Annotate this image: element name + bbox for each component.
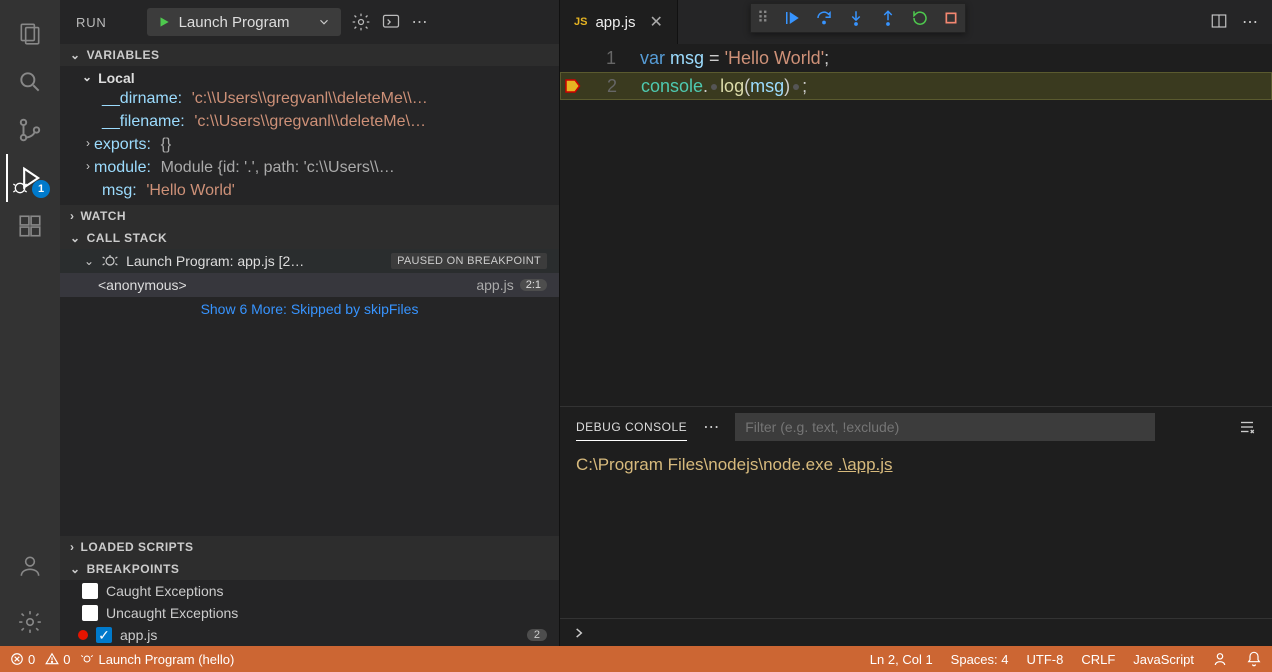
variable-row[interactable]: __dirname: 'c:\\Users\\gregvanl\\deleteM… bbox=[60, 88, 559, 111]
more-icon[interactable]: ⋯ bbox=[411, 12, 427, 32]
status-bar: 0 0 Launch Program (hello) Ln 2, Col 1 S… bbox=[0, 646, 1272, 672]
line-number: 1 bbox=[606, 48, 616, 69]
start-debug-icon[interactable] bbox=[157, 15, 171, 29]
checkbox[interactable] bbox=[82, 583, 98, 599]
checkbox-checked[interactable]: ✓ bbox=[96, 627, 112, 643]
drag-handle-icon[interactable]: ⠿ bbox=[757, 8, 769, 28]
variable-row[interactable]: msg: 'Hello World' bbox=[60, 180, 559, 203]
explorer-icon[interactable] bbox=[6, 10, 54, 58]
accounts-icon[interactable] bbox=[6, 542, 54, 590]
source-control-icon[interactable] bbox=[6, 106, 54, 154]
restart-button[interactable] bbox=[911, 9, 929, 27]
current-breakpoint-icon bbox=[563, 77, 581, 95]
indentation[interactable]: Spaces: 4 bbox=[951, 652, 1009, 667]
code-editor[interactable]: 1 var msg = 'Hello World'; 2 console.log… bbox=[560, 44, 1272, 406]
console-filter-input[interactable] bbox=[735, 413, 1155, 441]
more-icon[interactable]: ⋯ bbox=[703, 417, 719, 437]
close-icon[interactable]: ✕ bbox=[650, 12, 663, 32]
editor-tab[interactable]: JS app.js ✕ bbox=[560, 0, 678, 44]
continue-button[interactable] bbox=[783, 9, 801, 27]
debug-console-panel: DEBUG CONSOLE ⋯ C:\Program Files\nodejs\… bbox=[560, 406, 1272, 646]
settings-gear-icon[interactable] bbox=[6, 598, 54, 646]
variable-row[interactable]: ›module: Module {id: '.', path: 'c:\\Use… bbox=[60, 157, 559, 180]
scope-local[interactable]: ⌄Local bbox=[60, 68, 559, 88]
loaded-scripts-section[interactable]: › LOADED SCRIPTS bbox=[60, 536, 559, 558]
errors-item[interactable]: 0 bbox=[10, 652, 35, 667]
extensions-icon[interactable] bbox=[6, 202, 54, 250]
show-more-frames[interactable]: Show 6 More: Skipped by skipFiles bbox=[60, 297, 559, 321]
split-editor-icon[interactable] bbox=[1210, 12, 1228, 32]
debug-console-icon[interactable] bbox=[381, 12, 401, 32]
step-over-button[interactable] bbox=[815, 9, 833, 27]
encoding[interactable]: UTF-8 bbox=[1027, 652, 1064, 667]
more-icon[interactable]: ⋯ bbox=[1242, 12, 1258, 32]
step-out-button[interactable] bbox=[879, 9, 897, 27]
breakpoint-file[interactable]: ✓ app.js 2 bbox=[60, 624, 559, 646]
variables-section[interactable]: ⌄ VARIABLES bbox=[60, 44, 559, 66]
bug-icon bbox=[102, 253, 118, 269]
feedback-icon[interactable] bbox=[1212, 651, 1228, 667]
step-into-button[interactable] bbox=[847, 9, 865, 27]
launch-config-select[interactable]: Launch Program bbox=[147, 8, 342, 36]
breakpoint-dot-icon bbox=[78, 630, 88, 640]
chevron-down-icon: ⌄ bbox=[70, 562, 81, 576]
checkbox[interactable] bbox=[82, 605, 98, 621]
callstack-thread[interactable]: ⌄ Launch Program: app.js [2… PAUSED ON B… bbox=[60, 249, 559, 273]
config-gear-icon[interactable] bbox=[351, 12, 371, 32]
notifications-icon[interactable] bbox=[1246, 651, 1262, 667]
breakpoint-count: 2 bbox=[527, 629, 547, 641]
warnings-item[interactable]: 0 bbox=[45, 652, 70, 667]
stack-frame[interactable]: <anonymous> app.js 2:1 bbox=[60, 273, 559, 297]
run-title: RUN bbox=[76, 15, 107, 30]
breakpoint-caught[interactable]: Caught Exceptions bbox=[60, 580, 559, 602]
paused-badge: PAUSED ON BREAKPOINT bbox=[391, 253, 547, 269]
callstack-section[interactable]: ⌄ CALL STACK bbox=[60, 227, 559, 249]
language-mode[interactable]: JavaScript bbox=[1133, 652, 1194, 667]
js-file-icon: JS bbox=[574, 16, 587, 28]
activity-bar: 1 bbox=[0, 0, 60, 646]
variable-row[interactable]: ›exports: {} bbox=[60, 134, 559, 157]
watch-section[interactable]: › WATCH bbox=[60, 205, 559, 227]
debug-console-tab[interactable]: DEBUG CONSOLE bbox=[576, 414, 687, 441]
debug-icon[interactable]: 1 bbox=[6, 154, 54, 202]
breakpoint-uncaught[interactable]: Uncaught Exceptions bbox=[60, 602, 559, 624]
variable-row[interactable]: __filename: 'c:\\Users\\gregvanl\\delete… bbox=[60, 111, 559, 134]
line-number: 2 bbox=[607, 76, 617, 97]
run-sidebar: RUN Launch Program ⋯ ⌄ VARIABLES ⌄Local … bbox=[60, 0, 560, 646]
chevron-right-icon: › bbox=[70, 209, 75, 223]
eol[interactable]: CRLF bbox=[1081, 652, 1115, 667]
stop-button[interactable] bbox=[943, 10, 959, 26]
launch-status[interactable]: Launch Program (hello) bbox=[80, 652, 234, 667]
chevron-right-icon: › bbox=[70, 540, 75, 554]
search-icon[interactable] bbox=[6, 58, 54, 106]
chevron-down-icon[interactable] bbox=[317, 15, 331, 29]
clear-console-icon[interactable] bbox=[1238, 418, 1256, 436]
debug-badge: 1 bbox=[32, 180, 50, 198]
console-input-chevron-icon[interactable] bbox=[572, 626, 586, 640]
chevron-down-icon: ⌄ bbox=[70, 231, 81, 245]
editor-area: JS app.js ✕ ⠿ ⋯ 1 var msg = 'Hello W bbox=[560, 0, 1272, 646]
chevron-down-icon: ⌄ bbox=[70, 48, 81, 62]
cursor-position[interactable]: Ln 2, Col 1 bbox=[870, 652, 933, 667]
debug-toolbar[interactable]: ⠿ bbox=[750, 3, 966, 33]
console-output: C:\Program Files\nodejs\node.exe .\app.j… bbox=[560, 447, 1272, 618]
breakpoints-section[interactable]: ⌄ BREAKPOINTS bbox=[60, 558, 559, 580]
